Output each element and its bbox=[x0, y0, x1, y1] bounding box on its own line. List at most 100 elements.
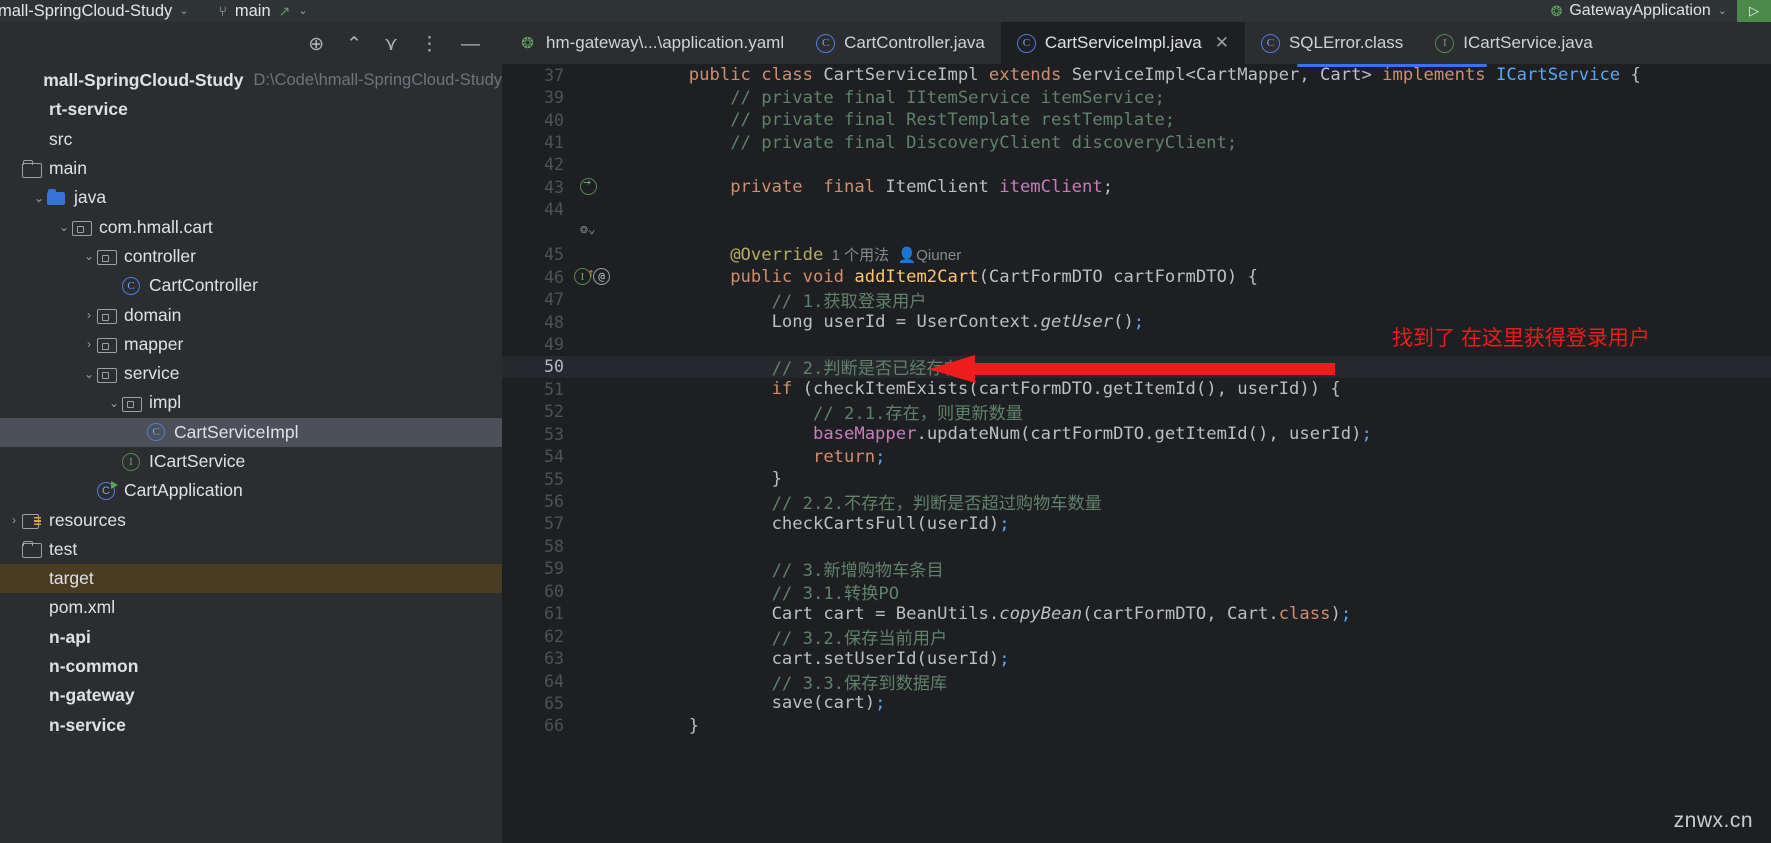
tree-node-src[interactable]: ›src bbox=[0, 125, 502, 154]
tree-node-rt-service[interactable]: ›rt-service bbox=[0, 95, 502, 124]
code-editor[interactable]: 37 public class CartServiceImpl extends … bbox=[502, 64, 1771, 843]
editor-tab-cartcontroller-java[interactable]: C CartController.java bbox=[800, 22, 1001, 64]
editor-tab-label: hm-gateway\...\application.yaml bbox=[546, 33, 785, 52]
tree-node-main[interactable]: ›main bbox=[0, 154, 502, 183]
code-line-47[interactable]: 47 // 1.获取登录用户 bbox=[502, 288, 1771, 313]
code-line-52[interactable]: 52 // 2.1.存在，则更新数量 bbox=[502, 401, 1771, 424]
code-line-42[interactable]: 42 bbox=[502, 154, 1771, 176]
idea-window: mall-SpringCloud-Study ⌄ ⑂ main ↗ ⌄ ❂ Ga… bbox=[0, 0, 1771, 843]
code-line-45[interactable]: 45 @Override 1 个用法 👤Qiuner bbox=[502, 244, 1771, 266]
code-line-46[interactable]: 46 I ↑ @ public void addItem2Cart(CartFormD… bbox=[502, 266, 1771, 288]
close-tab-icon[interactable]: ✕ bbox=[1215, 33, 1229, 53]
code-line-56[interactable]: 56 // 2.2.不存在，判断是否超过购物车数量 bbox=[502, 490, 1771, 514]
code-line-37[interactable]: 37 public class CartServiceImpl extends … bbox=[502, 64, 1771, 86]
tree-node-label: CartApplication bbox=[124, 480, 243, 501]
tree-node-label: ICartService bbox=[149, 451, 246, 471]
code-line-58[interactable]: 58 bbox=[502, 535, 1771, 557]
tree-node-icartservice[interactable]: ›IICartService bbox=[0, 447, 502, 476]
tree-node-target[interactable]: ›target bbox=[0, 564, 502, 594]
code-line-44[interactable]: 44 bbox=[502, 199, 1771, 221]
gutter-marks bbox=[574, 401, 606, 423]
line-number: 61 bbox=[544, 604, 564, 624]
editor-tab-bar[interactable]: ❂ hm-gateway\...\application.yaml C CartCon… bbox=[502, 22, 1771, 64]
code-line-65[interactable]: 65 save(cart); bbox=[502, 692, 1771, 714]
code-line-43[interactable]: 43 private final ItemClient itemClient; bbox=[502, 175, 1771, 198]
run-configuration-selector[interactable]: ❂ GatewayApplication ⌄ bbox=[1541, 0, 1737, 22]
tree-node-test[interactable]: ›test bbox=[0, 535, 502, 564]
code-text: return; bbox=[812, 446, 886, 467]
code-text: save(cart); bbox=[771, 693, 886, 714]
editor-tab-icartservice-java[interactable]: I ICartService.java bbox=[1419, 22, 1608, 64]
branch-selector[interactable]: ⑂ main ↗ ⌄ bbox=[218, 2, 307, 21]
tree-node-resources[interactable]: › resources bbox=[0, 505, 502, 534]
twisty-icon[interactable]: ⌄ bbox=[81, 249, 97, 263]
twisty-icon[interactable]: › bbox=[81, 337, 97, 351]
tree-node-controller[interactable]: ⌄ controller bbox=[0, 242, 502, 271]
editor-tab-hm-gateway-application-yaml[interactable]: ❂ hm-gateway\...\application.yaml bbox=[502, 22, 800, 64]
code-line-61[interactable]: 61 Cart cart = BeanUtils.copyBean(cartFo… bbox=[502, 603, 1771, 625]
code-line-55[interactable]: 55 } bbox=[502, 468, 1771, 490]
gutter-marks bbox=[574, 333, 606, 355]
code-line-66[interactable]: 66 } bbox=[502, 715, 1771, 737]
spring-gutter-fold-icon[interactable]: ❂⌄ bbox=[580, 222, 596, 237]
twisty-icon[interactable]: ⌄ bbox=[56, 220, 72, 234]
code-text: // 3.1.转换PO bbox=[771, 583, 900, 604]
line-number: 65 bbox=[544, 693, 564, 713]
line-number: 42 bbox=[544, 155, 564, 175]
tree-node-n-api[interactable]: ›n-api bbox=[0, 623, 502, 652]
spring-bean-gutter-icon[interactable] bbox=[580, 175, 597, 196]
code-vision-author[interactable]: Qiuner bbox=[916, 247, 961, 264]
tree-node-cartcontroller[interactable]: ›CCartController bbox=[0, 271, 502, 300]
code-text: } bbox=[771, 469, 782, 490]
code-line-64[interactable]: 64 // 3.3.保存到数据库 bbox=[502, 670, 1771, 694]
hide-tool-window-icon[interactable]: — bbox=[461, 35, 480, 54]
code-line-54[interactable]: 54 return; bbox=[502, 445, 1771, 467]
twisty-icon[interactable]: › bbox=[6, 513, 22, 527]
line-number: 63 bbox=[544, 649, 564, 669]
code-line-57[interactable]: 57 checkCartsFull(userId); bbox=[502, 513, 1771, 535]
more-options-icon[interactable]: ⋮ bbox=[420, 35, 439, 54]
package-icon bbox=[97, 365, 117, 383]
code-inlay-row[interactable]: ❂⌄ bbox=[502, 221, 1771, 243]
tree-node-cartserviceimpl[interactable]: ›CCartServiceImpl bbox=[0, 417, 502, 447]
tree-node-domain[interactable]: › domain bbox=[0, 300, 502, 329]
tree-node-mall-springcloud-study[interactable]: ›mall-SpringCloud-StudyD:\Code\hmall-Spr… bbox=[0, 66, 502, 95]
code-line-40[interactable]: 40 // private final RestTemplate restTem… bbox=[502, 109, 1771, 131]
tree-node-n-gateway[interactable]: ›n-gateway bbox=[0, 681, 502, 710]
expand-collapse-icon[interactable]: ⌃ bbox=[346, 35, 362, 54]
tree-node-com-hmall-cart[interactable]: ⌄ com.hmall.cart bbox=[0, 212, 502, 241]
twisty-icon[interactable]: ⌄ bbox=[106, 396, 122, 410]
twisty-icon[interactable]: › bbox=[81, 308, 97, 322]
collapse-all-icon[interactable]: ⋎ bbox=[384, 35, 398, 54]
tree-node-impl[interactable]: ⌄ impl bbox=[0, 388, 502, 417]
tree-node-mapper[interactable]: › mapper bbox=[0, 330, 502, 359]
tree-node-java[interactable]: ⌄ java bbox=[0, 183, 502, 212]
select-opened-file-icon[interactable]: ⊕ bbox=[308, 35, 324, 54]
code-line-41[interactable]: 41 // private final DiscoveryClient disc… bbox=[502, 131, 1771, 153]
java-class-icon: C bbox=[1260, 33, 1280, 53]
twisty-icon[interactable]: ⌄ bbox=[31, 191, 47, 205]
code-line-59[interactable]: 59 // 3.新增购物车条目 bbox=[502, 558, 1771, 581]
code-line-53[interactable]: 53 baseMapper.updateNum(cartFormDTO.getI… bbox=[502, 423, 1771, 445]
editor-tab-sqlerror-class[interactable]: C SQLError.class bbox=[1245, 22, 1419, 64]
tree-node-pom-xml[interactable]: ›pom.xml bbox=[0, 593, 502, 622]
tree-node-cartapplication[interactable]: ›CCartApplication bbox=[0, 476, 502, 505]
tree-node-n-common[interactable]: ›n-common bbox=[0, 652, 502, 681]
code-vision-usages[interactable]: 1 个用法 bbox=[823, 247, 890, 264]
watermark: znwx.cn bbox=[1673, 809, 1753, 832]
no-icon bbox=[22, 570, 42, 588]
twisty-icon[interactable]: ⌄ bbox=[81, 367, 97, 381]
tree-node-n-service[interactable]: ›n-service bbox=[0, 711, 502, 740]
code-line-62[interactable]: 62 // 3.2.保存当前用户 bbox=[502, 625, 1771, 649]
run-button[interactable]: ▷ bbox=[1737, 0, 1771, 22]
code-line-39[interactable]: 39 // private final IItemService itemSer… bbox=[502, 86, 1771, 108]
code-text: // 1.获取登录用户 bbox=[771, 292, 927, 313]
project-selector[interactable]: mall-SpringCloud-Study ⌄ bbox=[0, 2, 194, 21]
code-line-60[interactable]: 60 // 3.1.转换PO bbox=[502, 580, 1771, 604]
editor-tab-cartserviceimpl-java[interactable]: C CartServiceImpl.java ✕ bbox=[1000, 22, 1245, 64]
project-tree[interactable]: › mall-SpringCloud-Study D:\Code\hmall-Spr… bbox=[0, 66, 502, 740]
gutter-marks bbox=[574, 175, 606, 198]
tree-node-service[interactable]: ⌄ service bbox=[0, 359, 502, 388]
line-number: 37 bbox=[544, 65, 564, 85]
code-line-63[interactable]: 63 cart.setUserId(userId); bbox=[502, 647, 1771, 669]
